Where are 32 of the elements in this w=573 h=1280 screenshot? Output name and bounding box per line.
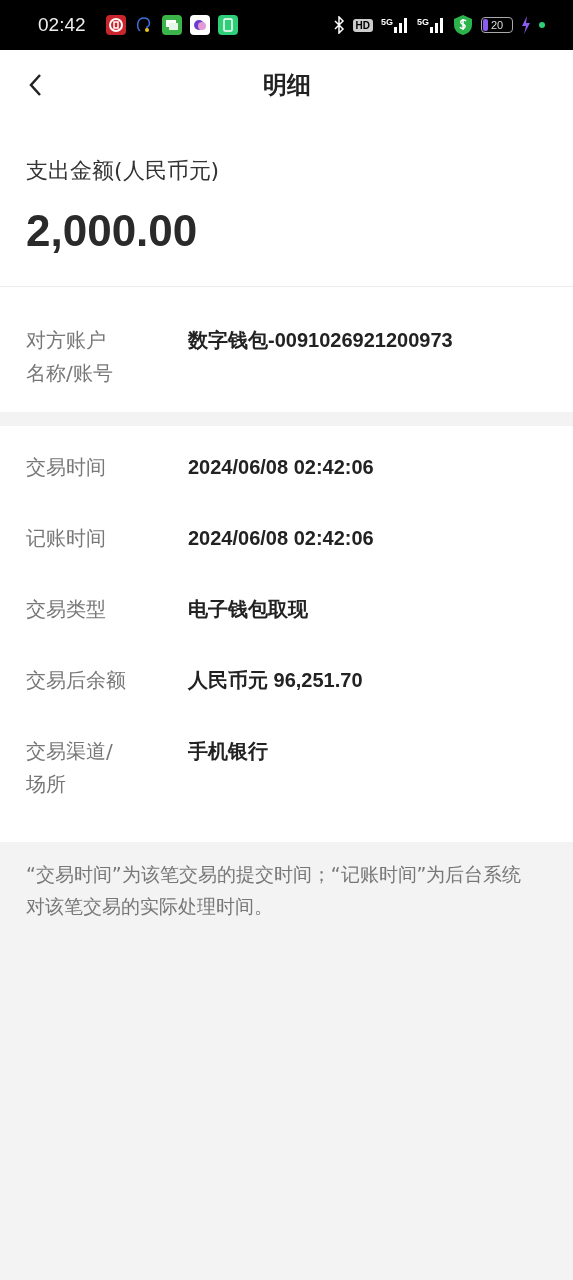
field-value: 2024/06/08 02:42:06 xyxy=(188,455,374,480)
field-value: 人民币元 96,251.70 xyxy=(188,668,363,693)
amount-label: 支出金额(人民币元) xyxy=(26,157,221,185)
field-label: 记账时间 xyxy=(26,525,106,552)
page-title: 明细 xyxy=(262,70,311,101)
field-label: 交易时间 xyxy=(26,454,106,481)
chat-app-icon xyxy=(161,15,182,35)
notification-dot-icon xyxy=(539,22,545,28)
note-text: “交易时间”为该笔交易的提交时间；“记账时间”为后台系统对该笔交易的实际处理时间。 xyxy=(25,862,523,919)
field-value: 2024/06/08 02:42:06 xyxy=(188,526,374,551)
signal-indicator: 5G xyxy=(417,17,445,33)
field-label: 交易后余额 xyxy=(26,667,126,694)
app-icon xyxy=(189,15,210,35)
bluetooth-icon xyxy=(332,16,345,34)
field-label: 交易类型 xyxy=(26,596,106,623)
amount-value: 2,000.00 xyxy=(26,206,199,256)
battery-indicator: 20 xyxy=(481,17,513,33)
charging-bolt-icon xyxy=(521,16,531,34)
field-value: 电子钱包取现 xyxy=(188,597,308,622)
hd-badge: HD xyxy=(352,18,373,32)
signal-indicator: 5G xyxy=(380,17,409,33)
field-label: 交易渠道/ xyxy=(26,738,113,765)
field-label: 场所 xyxy=(26,771,66,798)
bank-app-icon xyxy=(105,15,126,35)
back-icon[interactable] xyxy=(28,73,42,97)
field-label: 对方账户 xyxy=(26,327,106,354)
shield-dollar-icon xyxy=(453,14,473,36)
battery-app-icon xyxy=(217,15,238,35)
field-value: 数字钱包-0091026921200973 xyxy=(188,328,453,353)
field-label: 名称/账号 xyxy=(26,360,113,387)
clock: 02:42 xyxy=(38,14,86,36)
field-value: 手机银行 xyxy=(188,739,268,764)
